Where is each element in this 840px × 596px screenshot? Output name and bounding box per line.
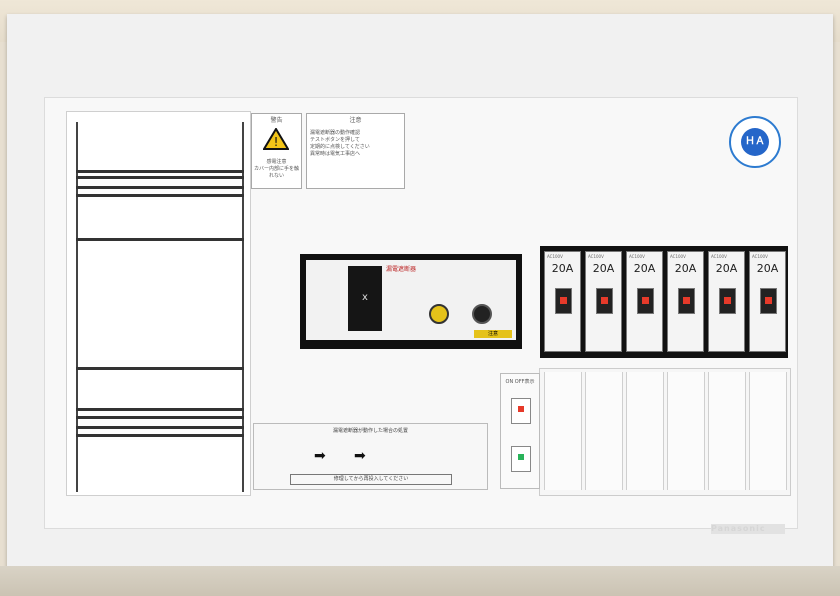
spare-slot [667,372,705,490]
warning-triangle-icon: ! [262,127,290,150]
red-indicator-icon [518,406,524,412]
branch-breaker[interactable]: AC100V 20A [708,251,745,352]
reset-button[interactable] [472,304,492,324]
distribution-board: 警告 ! 感電注意 カバー内部に手を触れない 注意 漏電遮断器の動作確認 テスト… [0,0,840,596]
bay-bar [76,416,244,419]
caution-line: 漏電遮断器の動作確認 [310,130,361,136]
branch-cap: AC100V [629,254,645,259]
bay-bar [76,367,244,370]
branch-rating: 20A [715,262,738,275]
warning-line1: 感電注意 [266,159,287,165]
main-breaker-title: 漏電遮断器 [386,266,417,273]
spare-slot [626,372,664,490]
logo-mark: ＨＡ [741,128,769,156]
warning-line2: カバー内部に手を触れない [253,166,299,179]
spare-slot [708,372,746,490]
branch-cap: AC100V [711,254,727,259]
green-indicator-icon [518,454,524,460]
bay-bar [76,170,244,173]
branch-rating: 20A [592,262,615,275]
caution-line: 異常時は電気工事店へ [310,151,361,157]
caution-label: 注意 漏電遮断器の動作確認 テストボタンを押して 定期的に点検してください 異常… [306,113,405,189]
trip-indicator-icon [724,297,731,304]
branch-cap: AC100V [752,254,768,259]
warning-label: 警告 ! 感電注意 カバー内部に手を触れない [251,113,302,189]
bay-bar [76,238,244,241]
instruction-note: 修理してから再投入してください [290,474,452,485]
warning-heading: 警告 [270,117,283,124]
status-indicator: ON OFF表示 [500,373,540,489]
branch-cap: AC100V [588,254,604,259]
main-breaker-lever[interactable]: ⅹ [356,292,374,303]
branch-toggle[interactable] [760,288,777,314]
branch-cap: AC100V [547,254,563,259]
main-breaker-face: 漏電遮断器 注意 [306,260,516,340]
bay-bar [76,426,244,429]
indicator-switch [511,398,531,424]
indicator-switch [511,446,531,472]
branch-breaker[interactable]: AC100V 20A [544,251,581,352]
trip-indicator-icon [765,297,772,304]
branch-rating: 20A [756,262,779,275]
branch-rating: 20A [674,262,697,275]
branch-breaker[interactable]: AC100V 20A [626,251,663,352]
bottom-cover [0,566,840,596]
branch-toggle[interactable] [678,288,695,314]
spare-slot [544,372,582,490]
instruction-title: 漏電遮断器が動作した場合の処置 [332,428,408,434]
branch-breaker[interactable]: AC100V 20A [667,251,704,352]
caution-line: 定期的に点検してください [310,144,370,150]
trip-indicator-icon [683,297,690,304]
certification-logo: ＨＡ [729,116,781,168]
branch-toggle[interactable] [719,288,736,314]
bay-bar [76,186,244,189]
trip-indicator-icon [601,297,608,304]
indicator-label: ON OFF表示 [505,379,535,385]
branch-rating: 20A [633,262,656,275]
svg-text:!: ! [274,135,279,149]
bay-bar [76,434,244,437]
caution-heading: 注意 [349,117,362,124]
right-arrow-icon: ➡ [354,448,366,464]
bay-bar [76,408,244,411]
branch-toggle[interactable] [637,288,654,314]
bay-bar [76,176,244,179]
branch-cap: AC100V [670,254,686,259]
caution-line: テストボタンを押して [310,137,360,143]
brand-logo: Panasonic [711,524,785,534]
spare-slot [585,372,623,490]
branch-toggle[interactable] [555,288,572,314]
instruction-label: 漏電遮断器が動作した場合の処置 ➡ ➡ 修理してから再投入してください [253,423,488,490]
branch-breaker[interactable]: AC100V 20A [749,251,786,352]
trip-indicator-icon [642,297,649,304]
trip-indicator-icon [560,297,567,304]
test-button[interactable] [429,304,449,324]
bay-bar [76,194,244,197]
branch-breaker[interactable]: AC100V 20A [585,251,622,352]
main-breaker-badge: 注意 [474,330,512,338]
branch-toggle[interactable] [596,288,613,314]
spare-slot [749,372,787,490]
right-arrow-icon: ➡ [314,448,326,464]
cable-bay [66,111,251,496]
branch-rating: 20A [551,262,574,275]
